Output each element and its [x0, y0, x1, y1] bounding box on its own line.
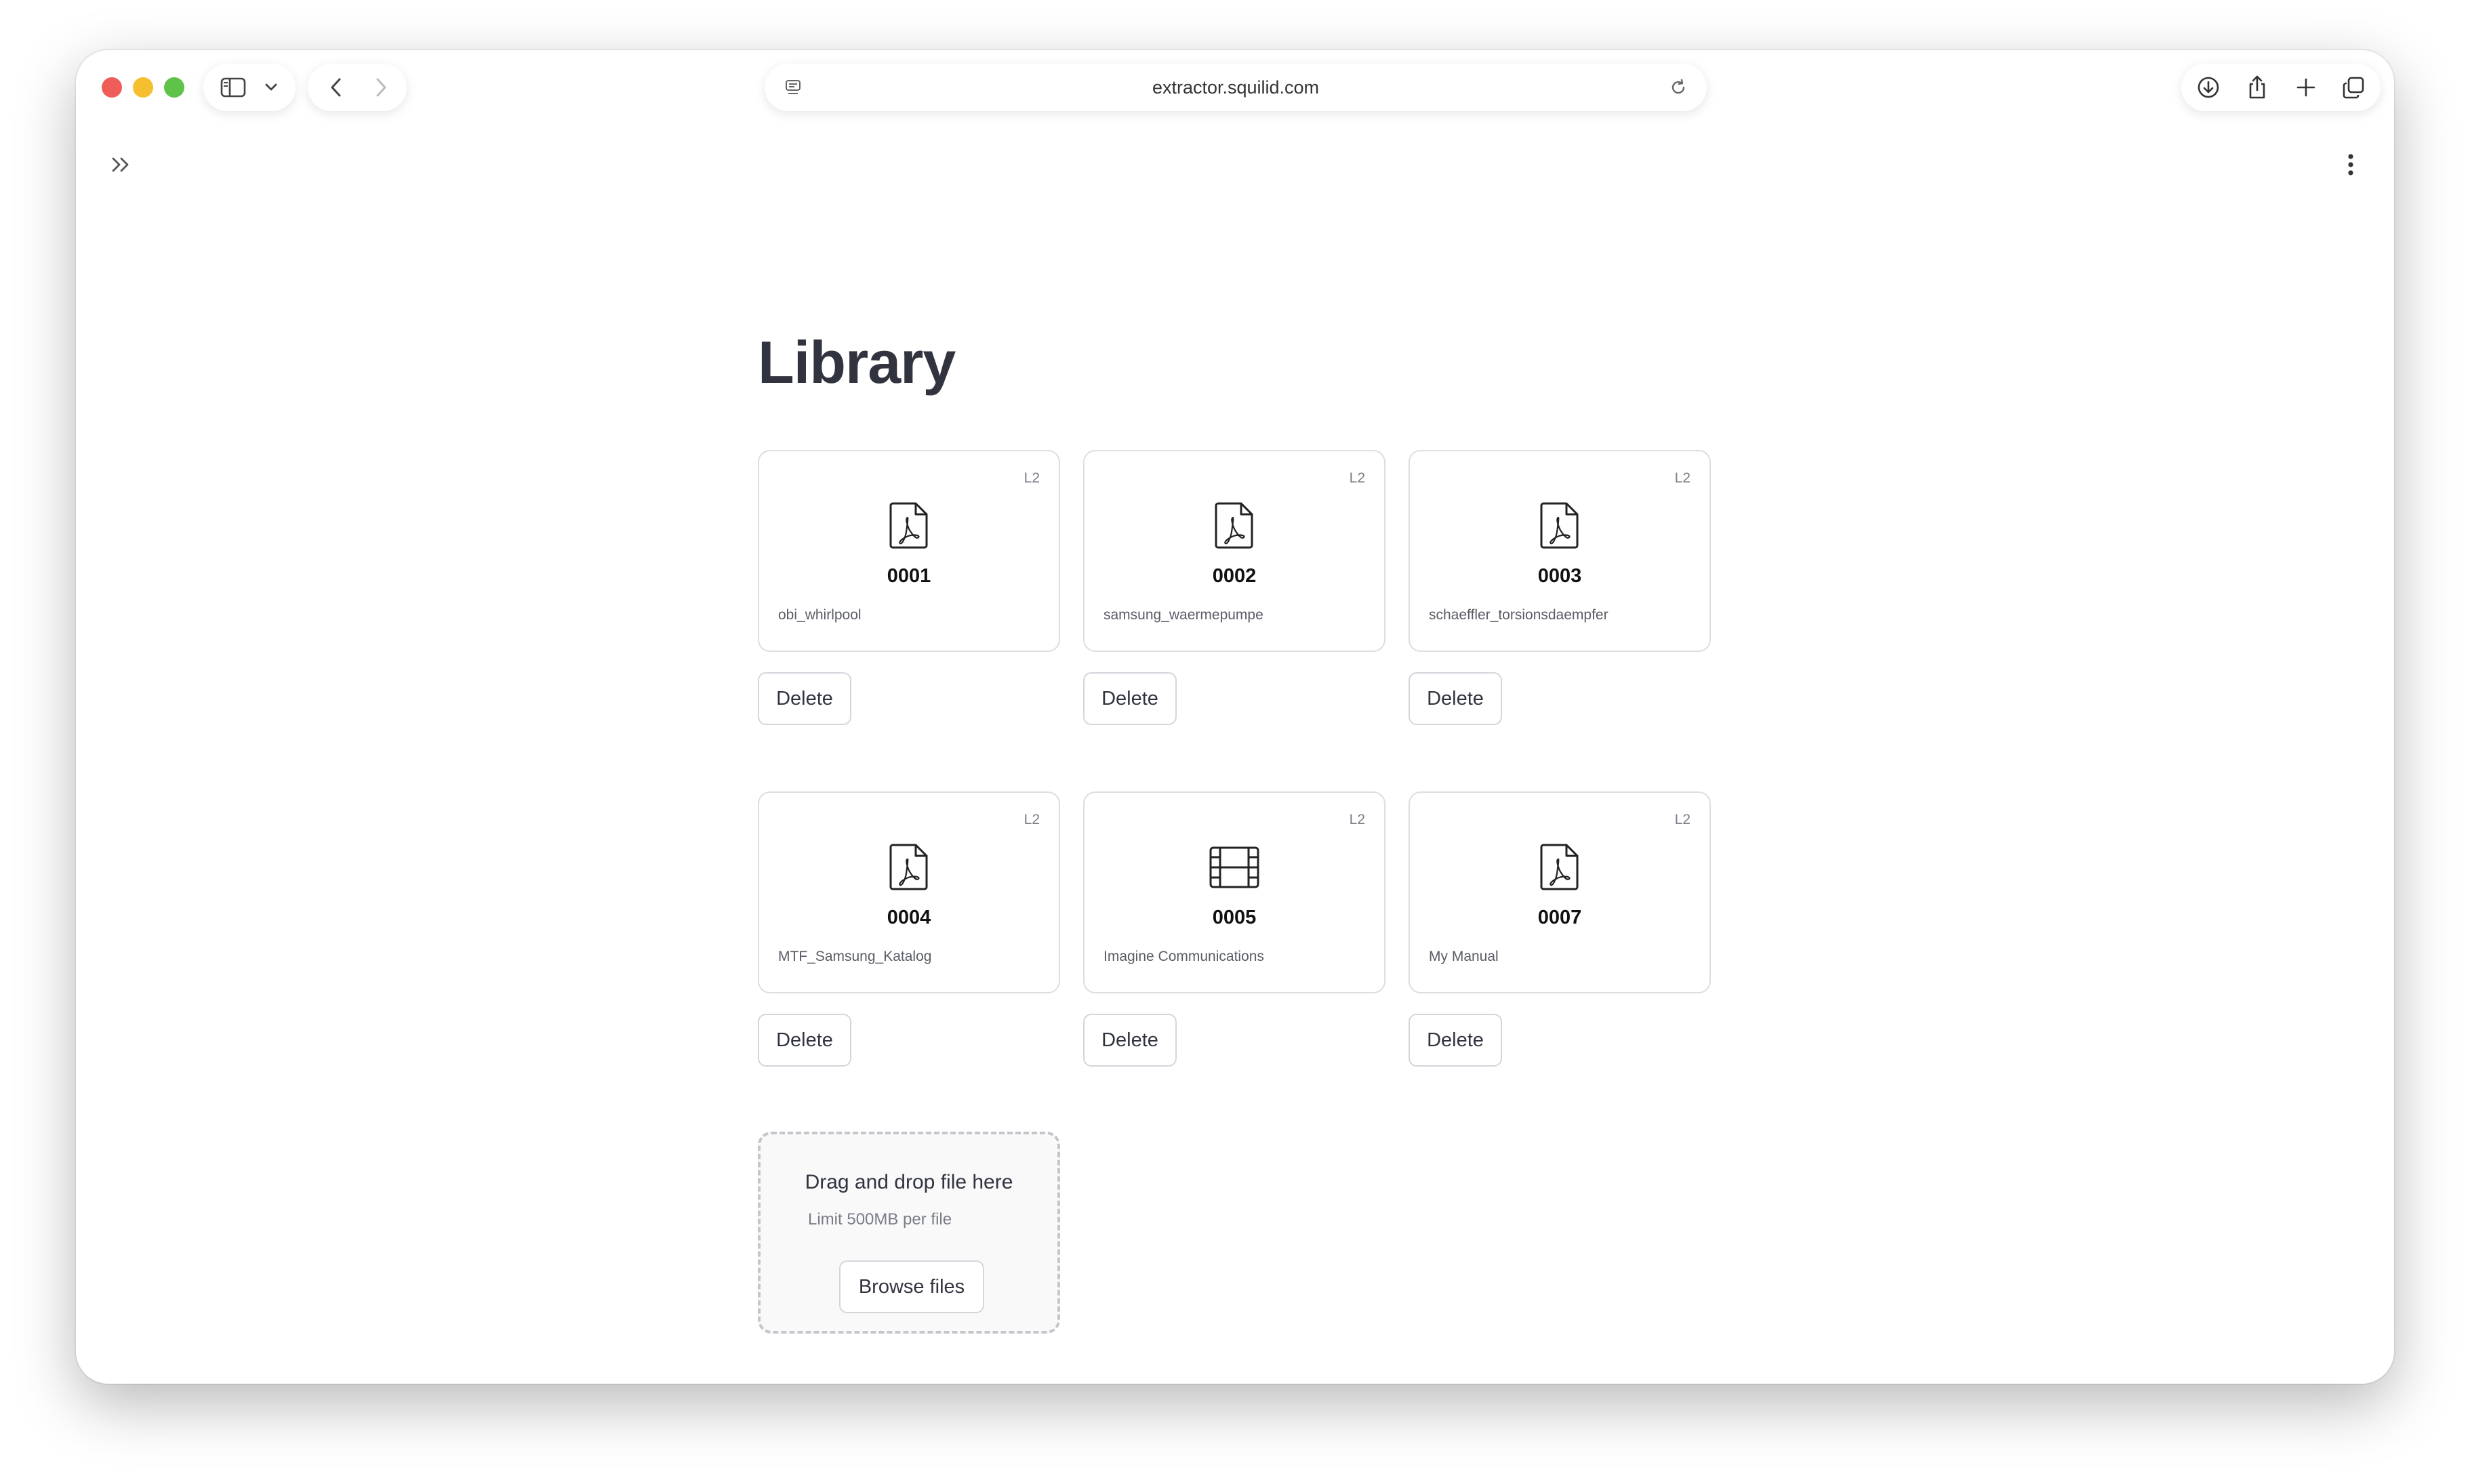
document-card[interactable]: L2 0002 samsung_waermepumpe	[1083, 450, 1385, 652]
download-icon[interactable]	[2187, 64, 2230, 111]
kebab-menu-icon	[2348, 154, 2353, 176]
browser-actions-group	[2181, 64, 2381, 111]
minimize-window-button[interactable]	[133, 77, 153, 98]
forward-arrow-icon[interactable]	[362, 64, 400, 111]
new-tab-icon[interactable]	[2284, 64, 2328, 111]
document-card[interactable]: L2 0001 obi_whirlpool	[758, 450, 1060, 652]
page-title: Library	[758, 329, 956, 396]
document-name: samsung_waermepumpe	[1104, 607, 1263, 623]
chevron-down-icon[interactable]	[258, 64, 285, 111]
pdf-icon	[1540, 502, 1579, 549]
browser-window: extractor.squilid.com Library L2 0001 ob…	[76, 50, 2394, 1384]
document-id: 0001	[887, 565, 931, 587]
delete-button[interactable]: Delete	[1409, 672, 1502, 725]
level-badge: L2	[1674, 812, 1690, 827]
level-badge: L2	[1674, 470, 1690, 486]
screen: extractor.squilid.com Library L2 0001 ob…	[0, 0, 2470, 1484]
document-name: My Manual	[1429, 949, 1499, 964]
pdf-icon	[1215, 502, 1253, 549]
reload-icon[interactable]	[1659, 64, 1697, 111]
document-id: 0007	[1537, 907, 1582, 928]
delete-button[interactable]: Delete	[758, 1014, 851, 1067]
level-badge: L2	[1349, 470, 1365, 486]
level-badge: L2	[1024, 470, 1040, 486]
document-name: schaeffler_torsionsdaempfer	[1429, 607, 1608, 623]
expand-sidebar-button[interactable]	[104, 148, 138, 182]
dropzone-title: Drag and drop file here	[805, 1171, 1013, 1193]
url-text[interactable]: extractor.squilid.com	[765, 64, 1707, 111]
delete-button[interactable]: Delete	[1083, 1014, 1177, 1067]
pdf-icon	[889, 844, 928, 890]
main-menu-button[interactable]	[2337, 148, 2364, 182]
tab-overview-icon[interactable]	[2332, 64, 2375, 111]
navigation-group	[308, 64, 407, 111]
document-card[interactable]: L2 0003 schaeffler_torsionsdaempfer	[1409, 450, 1711, 652]
document-id: 0005	[1212, 907, 1257, 928]
close-window-button[interactable]	[102, 77, 122, 98]
document-id: 0002	[1212, 565, 1257, 587]
back-arrow-icon[interactable]	[317, 64, 355, 111]
browser-toolbar: extractor.squilid.com	[76, 50, 2394, 125]
level-badge: L2	[1024, 812, 1040, 827]
level-badge: L2	[1349, 812, 1365, 827]
pdf-icon	[1540, 844, 1579, 890]
document-name: MTF_Samsung_Katalog	[778, 949, 932, 964]
browse-files-button[interactable]: Browse files	[839, 1260, 984, 1313]
document-card[interactable]: L2 0007 My Manual	[1409, 791, 1711, 993]
document-id: 0003	[1537, 565, 1582, 587]
document-card[interactable]: L2 0004 MTF_Samsung_Katalog	[758, 791, 1060, 993]
delete-button[interactable]: Delete	[1409, 1014, 1502, 1067]
pdf-icon	[889, 502, 928, 549]
zoom-window-button[interactable]	[164, 77, 184, 98]
dropzone-limit: Limit 500MB per file	[808, 1210, 952, 1229]
file-dropzone[interactable]: Drag and drop file here Limit 500MB per …	[758, 1132, 1060, 1334]
document-card[interactable]: L2 0005 Imagine Communications	[1083, 791, 1385, 993]
document-name: Imagine Communications	[1104, 949, 1264, 964]
double-chevron-right-icon	[112, 157, 129, 172]
sidebar-icon[interactable]	[214, 64, 252, 111]
delete-button[interactable]: Delete	[758, 672, 851, 725]
address-bar[interactable]: extractor.squilid.com	[765, 64, 1707, 111]
film-icon	[1209, 846, 1259, 888]
share-icon[interactable]	[2235, 64, 2279, 111]
delete-button[interactable]: Delete	[1083, 672, 1177, 725]
sidebar-menu-group	[203, 64, 296, 111]
document-name: obi_whirlpool	[778, 607, 862, 623]
document-id: 0004	[887, 907, 931, 928]
